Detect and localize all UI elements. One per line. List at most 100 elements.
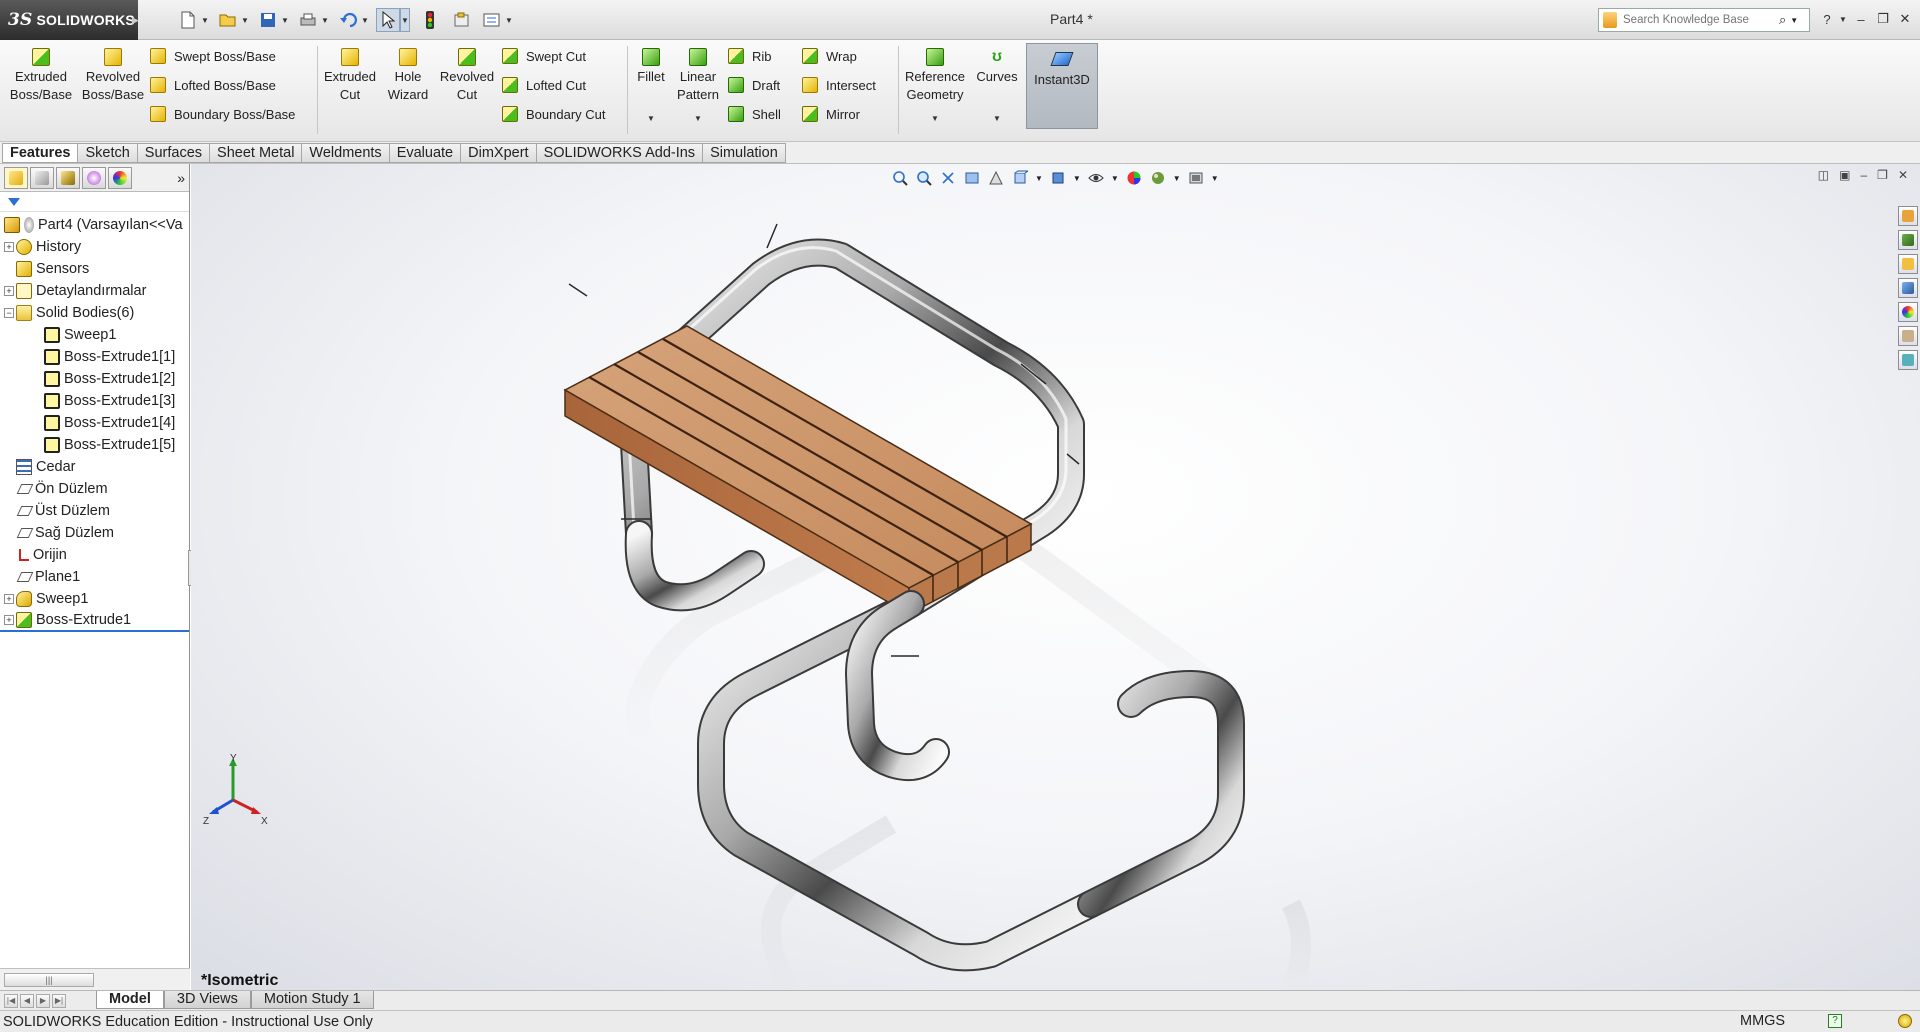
hole-wizard-button[interactable]: Hole Wizard xyxy=(380,48,436,104)
minimize-icon[interactable]: – xyxy=(1852,10,1870,28)
open-dropdown-icon[interactable]: ▼ xyxy=(240,8,250,32)
tree-item[interactable]: + Boss-Extrude1 xyxy=(0,610,189,632)
fillet-button[interactable]: Fillet xyxy=(632,48,670,86)
viewport-minimize-icon[interactable]: – xyxy=(1860,168,1867,182)
help-dropdown-icon[interactable]: ▼ xyxy=(1834,10,1852,28)
extruded-boss-button[interactable]: Extruded Boss/Base xyxy=(6,48,76,104)
last-tab-icon[interactable]: ▶| xyxy=(52,993,66,1008)
quick-tips-icon[interactable]: ? xyxy=(1828,1014,1842,1028)
tree-item[interactable]: Boss-Extrude1[3] xyxy=(0,390,189,412)
tree-item[interactable]: Boss-Extrude1[1] xyxy=(0,346,189,368)
first-tab-icon[interactable]: |◀ xyxy=(4,993,18,1008)
tab-dimxpert[interactable]: DimXpert xyxy=(461,143,537,163)
select-dropdown-icon[interactable]: ▼ xyxy=(400,8,410,32)
dynamic-annotation-icon[interactable] xyxy=(987,169,1005,187)
mirror-button[interactable]: Mirror xyxy=(802,103,860,125)
viewport-close-icon[interactable]: ✕ xyxy=(1898,168,1908,182)
display-manager-tab[interactable] xyxy=(108,166,132,189)
tab-addins[interactable]: SOLIDWORKS Add-Ins xyxy=(536,143,704,163)
tree-item[interactable]: Ön Düzlem xyxy=(0,478,189,500)
boundary-boss-button[interactable]: Boundary Boss/Base xyxy=(150,103,295,125)
solidworks-resources-tab[interactable] xyxy=(1898,206,1918,226)
swept-boss-button[interactable]: Swept Boss/Base xyxy=(150,45,276,67)
tree-item[interactable]: Orijin xyxy=(0,544,189,566)
search-icon[interactable]: ⌕ xyxy=(1779,12,1786,28)
view-settings-icon[interactable] xyxy=(1187,169,1205,187)
file-explorer-tab[interactable] xyxy=(1898,254,1918,274)
more-tabs-icon[interactable]: » xyxy=(177,170,185,186)
viewport-restore-icon[interactable]: ❐ xyxy=(1877,168,1888,182)
undo-dropdown-icon[interactable]: ▼ xyxy=(360,8,370,32)
edit-appearance-icon[interactable] xyxy=(1125,169,1143,187)
tree-item[interactable]: Sensors xyxy=(0,258,189,280)
scene-dropdown-icon[interactable]: ▼ xyxy=(1173,174,1181,183)
tab-simulation[interactable]: Simulation xyxy=(703,143,786,163)
curves-button[interactable]: ʊ Curves xyxy=(972,48,1022,86)
expand-toggle-icon[interactable]: + xyxy=(4,615,14,625)
hide-show-items-icon[interactable] xyxy=(1087,169,1105,187)
graphics-area[interactable]: ▼ ▼ ▼ ▼ ▼ ◫ ▣ – ❐ ✕ Y X Z *Isometric xyxy=(191,164,1920,990)
viewport-split-icon[interactable]: ▣ xyxy=(1839,168,1850,182)
instant3d-button[interactable]: Instant3D xyxy=(1026,43,1098,129)
lofted-cut-button[interactable]: Lofted Cut xyxy=(502,74,586,96)
tree-item[interactable]: Üst Düzlem xyxy=(0,500,189,522)
save-dropdown-icon[interactable]: ▼ xyxy=(280,8,290,32)
tree-root[interactable]: Part4 (Varsayılan<<Va xyxy=(0,214,189,236)
search-dropdown-icon[interactable]: ▼ xyxy=(1790,16,1798,25)
options-icon[interactable] xyxy=(480,8,504,32)
design-library-tab[interactable] xyxy=(1898,230,1918,250)
tab-sheet-metal[interactable]: Sheet Metal xyxy=(210,143,303,163)
tree-item[interactable]: Boss-Extrude1[5] xyxy=(0,434,189,456)
display-style-icon[interactable] xyxy=(1049,169,1067,187)
section-view-icon[interactable] xyxy=(963,169,981,187)
appearances-tab[interactable] xyxy=(1898,302,1918,322)
viewport-tile-icon[interactable]: ◫ xyxy=(1818,168,1829,182)
search-box[interactable]: ⌕ ▼ xyxy=(1598,8,1810,32)
expand-toggle-icon[interactable]: + xyxy=(4,242,14,252)
tree-item[interactable]: + Sweep1 xyxy=(0,588,189,610)
view-orientation-icon[interactable] xyxy=(1011,169,1029,187)
curves-dropdown-icon[interactable]: ▼ xyxy=(993,114,1001,123)
tab-model[interactable]: Model xyxy=(96,991,164,1009)
property-manager-tab[interactable] xyxy=(30,166,54,189)
draft-button[interactable]: Draft xyxy=(728,74,780,96)
tree-item[interactable]: + Detaylandırmalar xyxy=(0,280,189,302)
tab-sketch[interactable]: Sketch xyxy=(78,143,138,163)
custom-properties-tab[interactable] xyxy=(1898,326,1918,346)
view-orientation-dropdown-icon[interactable]: ▼ xyxy=(1035,174,1043,183)
view-settings-dropdown-icon[interactable]: ▼ xyxy=(1211,174,1219,183)
next-tab-icon[interactable]: ▶ xyxy=(36,993,50,1008)
zoom-to-area-icon[interactable] xyxy=(915,169,933,187)
tree-item[interactable]: Plane1 xyxy=(0,566,189,588)
file-properties-icon[interactable] xyxy=(450,8,474,32)
rebuild-icon[interactable] xyxy=(418,8,442,32)
undo-icon[interactable] xyxy=(336,8,360,32)
solidworks-logo[interactable]: 3S SOLIDWORKS xyxy=(0,0,138,40)
tree-item[interactable]: − Solid Bodies(6) xyxy=(0,302,189,324)
pattern-dropdown-icon[interactable]: ▼ xyxy=(694,114,702,123)
extruded-cut-button[interactable]: Extruded Cut xyxy=(322,48,378,104)
tree-item[interactable]: Boss-Extrude1[4] xyxy=(0,412,189,434)
view-palette-tab[interactable] xyxy=(1898,278,1918,298)
save-icon[interactable] xyxy=(256,8,280,32)
new-dropdown-icon[interactable]: ▼ xyxy=(200,8,210,32)
options-dropdown-icon[interactable]: ▼ xyxy=(504,8,514,32)
tab-evaluate[interactable]: Evaluate xyxy=(389,143,462,163)
forum-tab[interactable] xyxy=(1898,350,1918,370)
shell-button[interactable]: Shell xyxy=(728,103,781,125)
lofted-boss-button[interactable]: Lofted Boss/Base xyxy=(150,74,276,96)
zoom-to-fit-icon[interactable] xyxy=(891,169,909,187)
revolved-boss-button[interactable]: Revolved Boss/Base xyxy=(78,48,148,104)
tab-weldments[interactable]: Weldments xyxy=(302,143,390,163)
rebuild-status-icon[interactable] xyxy=(1898,1014,1912,1028)
tree-item[interactable]: Cedar xyxy=(0,456,189,478)
configuration-manager-tab[interactable] xyxy=(56,166,80,189)
unit-system[interactable]: MMGS xyxy=(1740,1013,1785,1029)
tab-3d-views[interactable]: 3D Views xyxy=(163,991,251,1009)
hide-show-dropdown-icon[interactable]: ▼ xyxy=(1111,174,1119,183)
display-style-dropdown-icon[interactable]: ▼ xyxy=(1073,174,1081,183)
print-icon[interactable] xyxy=(296,8,320,32)
expand-toggle-icon[interactable]: + xyxy=(4,286,14,296)
swept-cut-button[interactable]: Swept Cut xyxy=(502,45,586,67)
tree-item[interactable]: Sweep1 xyxy=(0,324,189,346)
